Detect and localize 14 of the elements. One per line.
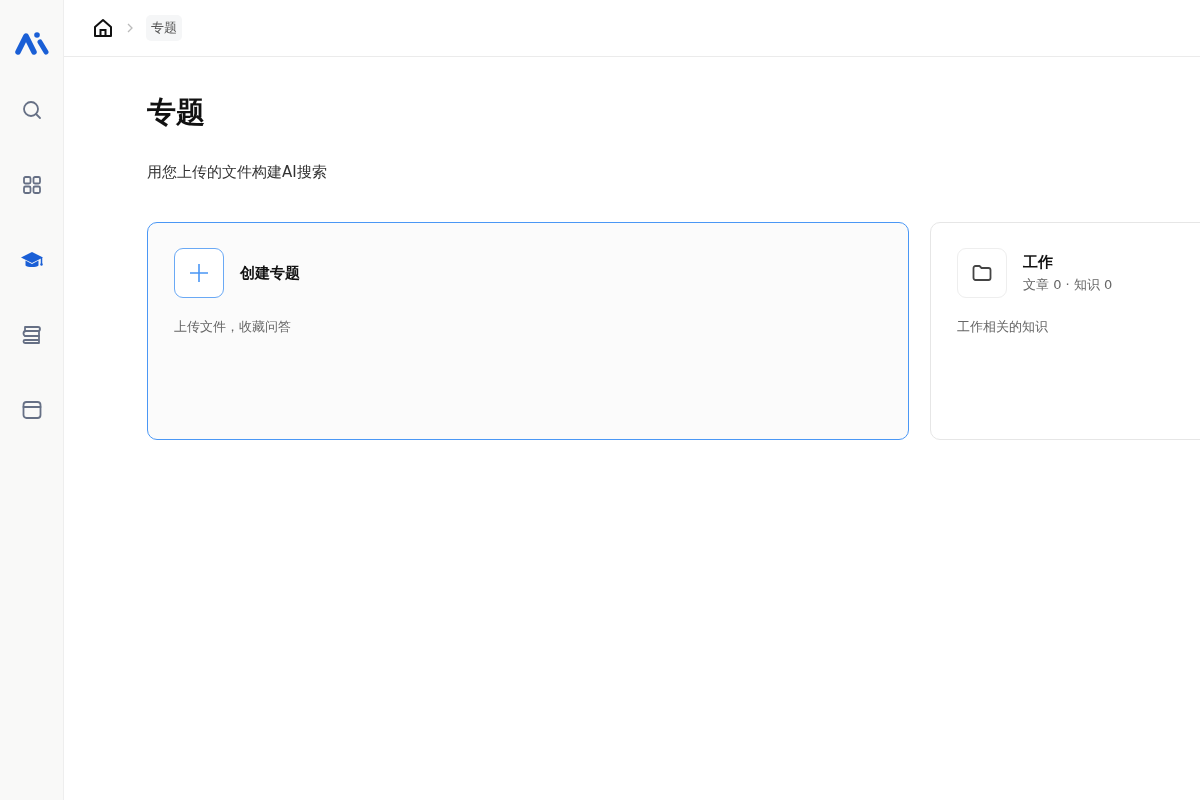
folder-icon	[957, 248, 1007, 298]
page-title: 专题	[147, 94, 206, 131]
breadcrumb-item[interactable]: 专题	[146, 15, 182, 41]
app-logo[interactable]	[14, 30, 49, 56]
card-title: 工作	[1023, 252, 1054, 272]
topic-card[interactable]: 工作 文章 0 · 知识 0 工作相关的知识	[930, 222, 1200, 440]
card-title: 创建专题	[240, 263, 300, 283]
card-description: 上传文件，收藏问答	[174, 318, 292, 336]
home-icon[interactable]	[92, 17, 114, 39]
create-topic-card[interactable]: 创建专题 上传文件，收藏问答	[147, 222, 909, 440]
card-description: 工作相关的知识	[957, 318, 1049, 336]
plus-icon	[174, 248, 224, 298]
card-meta: 文章 0 · 知识 0	[1023, 275, 1113, 294]
page-subtitle: 用您上传的文件构建AI搜索	[147, 163, 328, 182]
